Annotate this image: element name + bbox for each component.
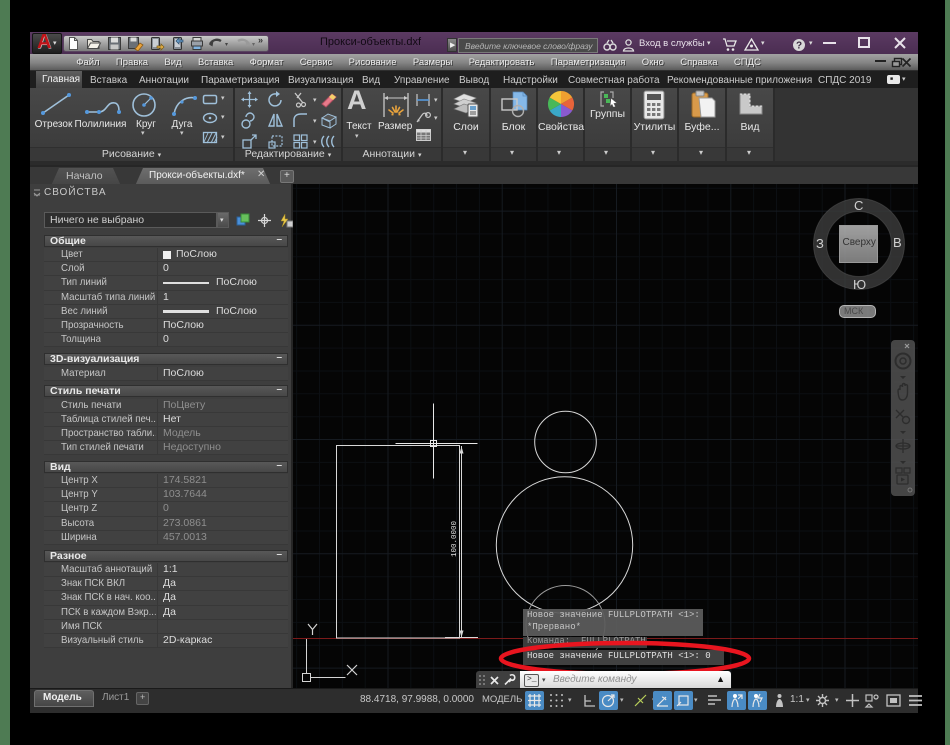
svg-text:100.0000: 100.0000 [451,521,459,558]
svg-text:?: ? [796,41,802,52]
